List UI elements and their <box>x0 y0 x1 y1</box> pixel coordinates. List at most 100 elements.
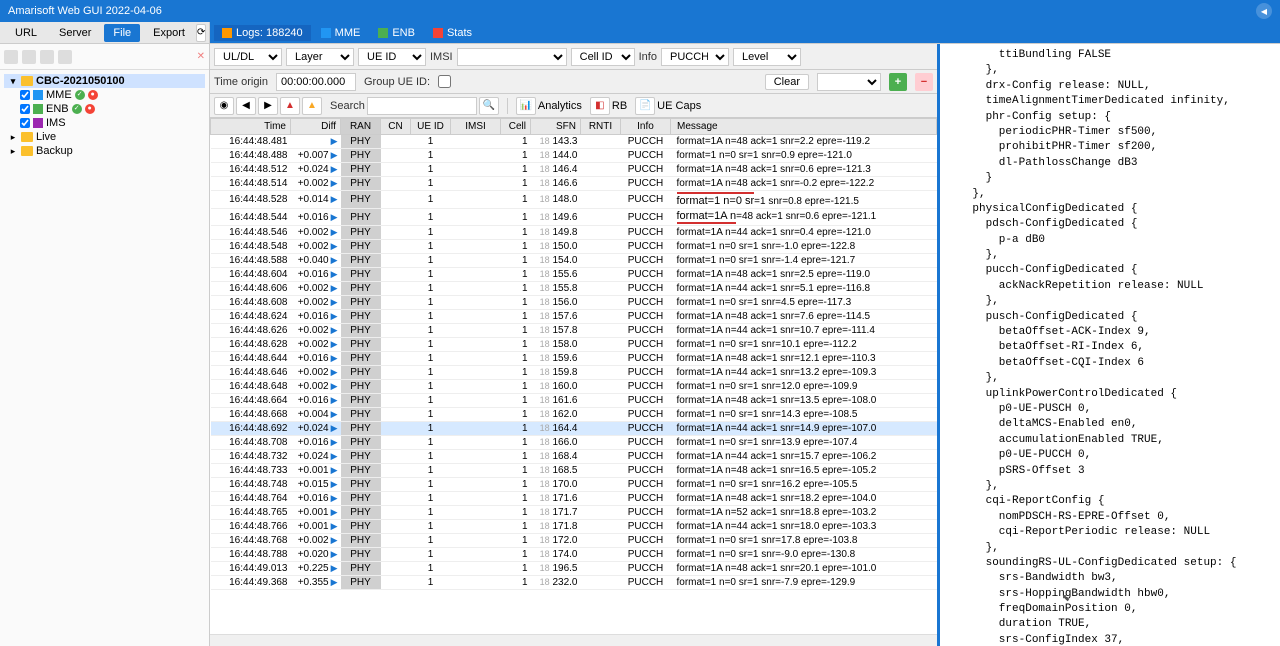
col-sfn[interactable]: SFN <box>531 119 581 135</box>
stats-icon <box>433 28 443 38</box>
table-row[interactable]: 16:44:48.768+0.002▶PHY1118 172.0PUCCHfor… <box>211 534 937 548</box>
tree-backup[interactable]: ▸Backup <box>4 144 205 158</box>
ueid-select[interactable]: UE ID <box>358 48 426 66</box>
col-message[interactable]: Message <box>671 119 937 135</box>
tree-mme[interactable]: MME ✓● <box>4 88 205 102</box>
search-input[interactable] <box>367 97 477 115</box>
remove-button[interactable]: − <box>915 73 933 91</box>
file-button[interactable]: File <box>104 24 140 42</box>
stop-icon[interactable]: ◉ <box>214 97 234 115</box>
table-row[interactable]: 16:44:48.606+0.002▶PHY1118 155.8PUCCHfor… <box>211 282 937 296</box>
table-row[interactable]: 16:44:48.544+0.016▶PHY1118 149.6PUCCHfor… <box>211 209 937 226</box>
tab-enb[interactable]: ENB <box>370 25 423 41</box>
uecaps-label[interactable]: UE Caps <box>657 100 701 112</box>
prev-icon[interactable]: ◀ <box>236 97 256 115</box>
tree-live[interactable]: ▸Live <box>4 130 205 144</box>
uldl-select[interactable]: UL/DL <box>214 48 282 66</box>
table-row[interactable]: 16:44:48.732+0.024▶PHY1118 168.4PUCCHfor… <box>211 450 937 464</box>
refresh-icon[interactable]: ⟳ <box>196 24 206 42</box>
col-rnti[interactable]: RNTI <box>581 119 621 135</box>
rb-label[interactable]: RB <box>612 100 627 112</box>
table-row[interactable]: 16:44:48.748+0.015▶PHY1118 170.0PUCCHfor… <box>211 478 937 492</box>
table-row[interactable]: 16:44:48.624+0.016▶PHY1118 157.6PUCCHfor… <box>211 310 937 324</box>
col-ue-id[interactable]: UE ID <box>411 119 451 135</box>
rb-icon[interactable]: ◧ <box>590 97 610 115</box>
table-row[interactable]: 16:44:48.546+0.002▶PHY1118 149.8PUCCHfor… <box>211 226 937 240</box>
table-row[interactable]: 16:44:48.664+0.016▶PHY1118 161.6PUCCHfor… <box>211 394 937 408</box>
sb-tool-4[interactable] <box>58 50 72 64</box>
ims-checkbox[interactable] <box>20 118 30 128</box>
time-origin-input[interactable] <box>276 73 356 91</box>
table-row[interactable]: 16:44:48.488+0.007▶PHY1118 144.0PUCCHfor… <box>211 149 937 163</box>
layer-select[interactable]: Layer <box>286 48 354 66</box>
info-select[interactable]: PUCCH <box>661 48 729 66</box>
close-icon[interactable]: ✕ <box>197 51 205 62</box>
table-row[interactable]: 16:44:48.766+0.001▶PHY1118 171.8PUCCHfor… <box>211 520 937 534</box>
table-row[interactable]: 16:44:48.626+0.002▶PHY1118 157.8PUCCHfor… <box>211 324 937 338</box>
table-row[interactable]: 16:44:48.733+0.001▶PHY1118 168.5PUCCHfor… <box>211 464 937 478</box>
search-go-icon[interactable]: 🔍 <box>479 97 499 115</box>
add-button[interactable]: + <box>889 73 907 91</box>
table-row[interactable]: 16:44:49.368+0.355▶PHY1118 232.0PUCCHfor… <box>211 576 937 590</box>
analytics-icon[interactable]: 📊 <box>516 97 536 115</box>
url-button[interactable]: URL <box>6 24 46 42</box>
imsi-label: IMSI <box>430 51 453 63</box>
next-icon[interactable]: ▶ <box>258 97 278 115</box>
col-time[interactable]: Time <box>211 119 291 135</box>
table-row[interactable]: 16:44:48.604+0.016▶PHY1118 155.6PUCCHfor… <box>211 268 937 282</box>
table-row[interactable]: 16:44:48.692+0.024▶PHY1118 164.4PUCCHfor… <box>211 422 937 436</box>
table-row[interactable]: 16:44:48.628+0.002▶PHY1118 158.0PUCCHfor… <box>211 338 937 352</box>
table-row[interactable]: 16:44:48.481▶PHY1118 143.3PUCCHformat=1A… <box>211 135 937 149</box>
table-row[interactable]: 16:44:48.644+0.016▶PHY1118 159.6PUCCHfor… <box>211 352 937 366</box>
warning-icon[interactable]: ▲ <box>302 97 322 115</box>
sb-tool-3[interactable] <box>40 50 54 64</box>
sb-tool-2[interactable] <box>22 50 36 64</box>
server-button[interactable]: Server <box>50 24 100 42</box>
tree-enb[interactable]: ENB ✓● <box>4 102 205 116</box>
clear-button[interactable]: Clear <box>765 74 809 90</box>
sb-tool-1[interactable] <box>4 50 18 64</box>
collapse-sidebar-icon[interactable] <box>1256 3 1272 19</box>
table-row[interactable]: 16:44:48.548+0.002▶PHY1118 150.0PUCCHfor… <box>211 240 937 254</box>
table-row[interactable]: 16:44:48.764+0.016▶PHY1118 171.6PUCCHfor… <box>211 492 937 506</box>
table-row[interactable]: 16:44:48.512+0.024▶PHY1118 146.4PUCCHfor… <box>211 163 937 177</box>
tree-ims[interactable]: IMS <box>4 116 205 130</box>
enb-checkbox[interactable] <box>20 104 30 114</box>
table-row[interactable]: 16:44:48.608+0.002▶PHY1118 156.0PUCCHfor… <box>211 296 937 310</box>
col-diff[interactable]: Diff <box>291 119 341 135</box>
detail-panel[interactable]: ttiBundling FALSE }, drx-Config release:… <box>940 44 1280 646</box>
table-row[interactable]: 16:44:49.013+0.225▶PHY1118 196.5PUCCHfor… <box>211 562 937 576</box>
log-table: TimeDiffRANCNUE IDIMSICellSFNRNTIInfoMes… <box>210 118 937 590</box>
error-icon[interactable]: ▲ <box>280 97 300 115</box>
col-imsi[interactable]: IMSI <box>451 119 501 135</box>
table-row[interactable]: 16:44:48.788+0.020▶PHY1118 174.0PUCCHfor… <box>211 548 937 562</box>
log-table-wrap[interactable]: TimeDiffRANCNUE IDIMSICellSFNRNTIInfoMes… <box>210 118 937 634</box>
col-cell[interactable]: Cell <box>501 119 531 135</box>
table-row[interactable]: 16:44:48.588+0.040▶PHY1118 154.0PUCCHfor… <box>211 254 937 268</box>
table-row[interactable]: 16:44:48.646+0.002▶PHY1118 159.8PUCCHfor… <box>211 366 937 380</box>
h-scrollbar[interactable] <box>210 634 937 646</box>
imsi-select[interactable] <box>457 48 567 66</box>
tree-root[interactable]: ▾CBC-2021050100 <box>4 74 205 88</box>
table-row[interactable]: 16:44:48.528+0.014▶PHY1118 148.0PUCCHfor… <box>211 191 937 209</box>
analytics-label[interactable]: Analytics <box>538 100 582 112</box>
tab-mme[interactable]: MME <box>313 25 369 41</box>
col-info[interactable]: Info <box>621 119 671 135</box>
col-ran[interactable]: RAN <box>341 119 381 135</box>
mme-checkbox[interactable] <box>20 90 30 100</box>
table-row[interactable]: 16:44:48.765+0.001▶PHY1118 171.7PUCCHfor… <box>211 506 937 520</box>
tab-logs[interactable]: Logs: 188240 <box>214 25 311 41</box>
clear-select[interactable] <box>817 73 881 91</box>
mme-icon <box>33 90 43 100</box>
uecaps-icon[interactable]: 📄 <box>635 97 655 115</box>
tab-stats[interactable]: Stats <box>425 25 480 41</box>
table-row[interactable]: 16:44:48.514+0.002▶PHY1118 146.6PUCCHfor… <box>211 177 937 191</box>
table-row[interactable]: 16:44:48.668+0.004▶PHY1118 162.0PUCCHfor… <box>211 408 937 422</box>
table-row[interactable]: 16:44:48.708+0.016▶PHY1118 166.0PUCCHfor… <box>211 436 937 450</box>
level-select[interactable]: Level <box>733 48 801 66</box>
export-button[interactable]: Export <box>144 24 194 42</box>
col-cn[interactable]: CN <box>381 119 411 135</box>
cellid-select[interactable]: Cell ID <box>571 48 635 66</box>
table-row[interactable]: 16:44:48.648+0.002▶PHY1118 160.0PUCCHfor… <box>211 380 937 394</box>
group-ueid-checkbox[interactable] <box>438 75 451 88</box>
